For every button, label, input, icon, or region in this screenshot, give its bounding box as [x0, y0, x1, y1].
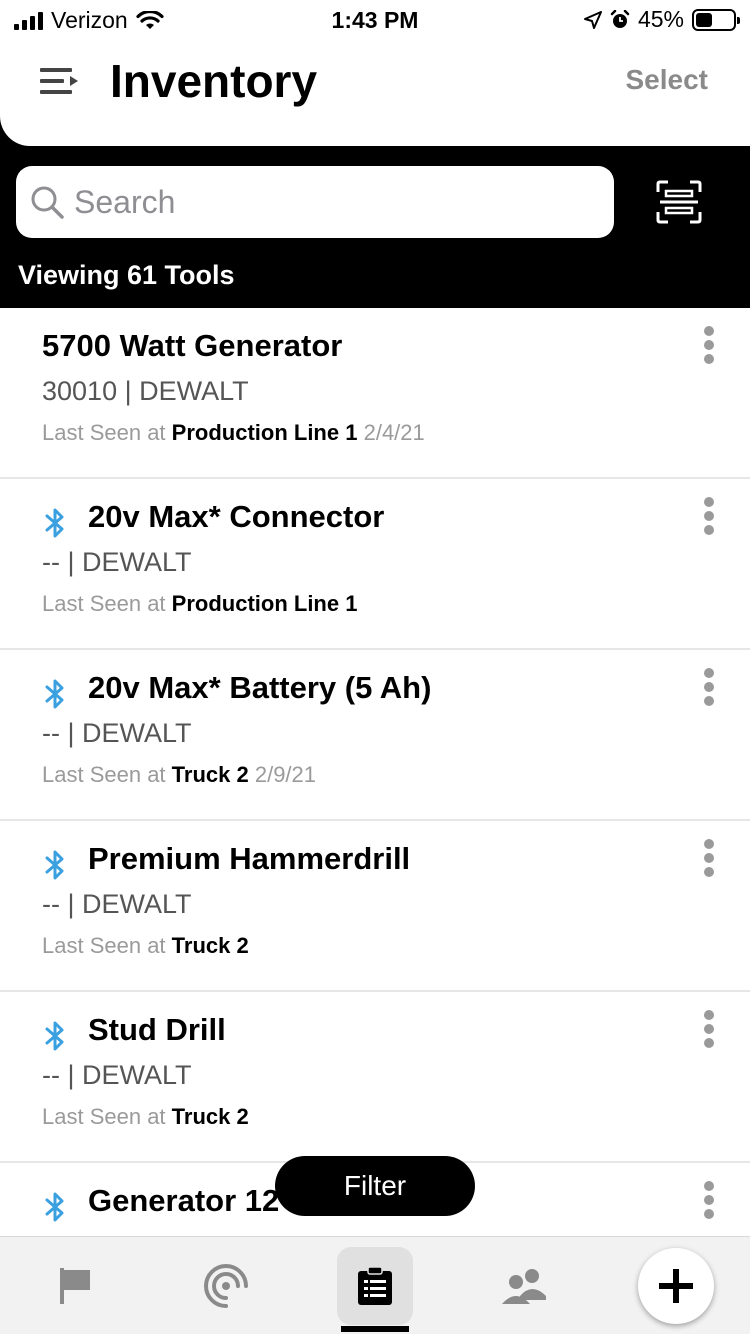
sort-menu-icon[interactable] [40, 66, 80, 96]
add-tool-button[interactable] [638, 1248, 714, 1324]
tool-name: Generator 12 [88, 1183, 280, 1218]
location-arrow-icon [583, 10, 602, 29]
last-seen-prefix: Last Seen at [42, 762, 166, 787]
tab-radar[interactable] [188, 1237, 264, 1334]
last-seen-prefix: Last Seen at [42, 1104, 166, 1129]
more-options-icon[interactable] [702, 497, 716, 537]
tool-name: 20v Max* Battery (5 Ah) [88, 670, 432, 705]
tool-name: 20v Max* Connector [88, 499, 385, 534]
bluetooth-icon [45, 508, 64, 538]
last-seen: Last Seen at Production Line 1 2/4/21 [42, 420, 425, 446]
tool-subtitle: -- | DEWALT [42, 718, 192, 748]
page-title: Inventory [110, 55, 318, 107]
last-seen-prefix: Last Seen at [42, 420, 166, 445]
last-seen-location: Truck 2 [171, 933, 249, 958]
last-seen-location: Truck 2 [171, 1104, 249, 1129]
bluetooth-icon [45, 1192, 64, 1222]
people-icon [502, 1269, 546, 1304]
search-input[interactable] [74, 183, 594, 221]
search-zone: Viewing 61 Tools [0, 146, 750, 308]
search-box[interactable] [16, 166, 614, 238]
tool-name: Stud Drill [88, 1012, 226, 1047]
flag-icon [60, 1268, 90, 1304]
bluetooth-icon [45, 1021, 64, 1051]
list-item[interactable]: Stud Drill -- | DEWALT Last Seen at Truc… [0, 992, 750, 1163]
active-tab-indicator [341, 1326, 409, 1332]
last-seen: Last Seen at Truck 2 [42, 1104, 249, 1130]
tool-name: 5700 Watt Generator [42, 328, 343, 363]
tool-list: 5700 Watt Generator 30010 | DEWALT Last … [0, 308, 750, 1236]
barcode-scan-icon[interactable] [656, 180, 702, 224]
bluetooth-icon [45, 850, 64, 880]
last-seen-location: Production Line 1 [171, 591, 358, 616]
list-item[interactable]: 20v Max* Connector -- | DEWALT Last Seen… [0, 479, 750, 650]
last-seen-date: 2/9/21 [254, 762, 317, 787]
battery-icon [692, 8, 740, 31]
select-button[interactable]: Select [626, 64, 709, 96]
tool-subtitle: -- | DEWALT [42, 547, 192, 577]
tab-flag[interactable] [38, 1237, 114, 1334]
last-seen-prefix: Last Seen at [42, 933, 166, 958]
last-seen: Last Seen at Truck 2 2/9/21 [42, 762, 316, 788]
more-options-icon[interactable] [702, 1181, 716, 1221]
more-options-icon[interactable] [702, 839, 716, 879]
more-options-icon[interactable] [702, 326, 716, 366]
tool-name: Premium Hammerdrill [88, 841, 411, 876]
last-seen: Last Seen at Production Line 1 [42, 591, 357, 617]
tool-subtitle: -- | DEWALT [42, 889, 192, 919]
filter-button[interactable]: Filter [275, 1156, 475, 1216]
radar-icon [204, 1264, 248, 1308]
more-options-icon[interactable] [702, 1010, 716, 1050]
top-header: Verizon 1:43 PM 45% Inventory Select [0, 0, 750, 146]
viewing-count: Viewing 61 Tools [18, 260, 235, 290]
list-item[interactable]: 5700 Watt Generator 30010 | DEWALT Last … [0, 308, 750, 479]
last-seen: Last Seen at Truck 2 [42, 933, 249, 959]
list-item[interactable]: 20v Max* Battery (5 Ah) -- | DEWALT Last… [0, 650, 750, 821]
last-seen-date: 2/4/21 [363, 420, 425, 445]
tool-subtitle: 30010 | DEWALT [42, 376, 249, 406]
more-options-icon[interactable] [702, 668, 716, 708]
list-item[interactable]: Premium Hammerdrill -- | DEWALT Last See… [0, 821, 750, 992]
status-bar: Verizon 1:43 PM 45% [0, 0, 750, 40]
tool-subtitle: -- | DEWALT [42, 1060, 192, 1090]
tab-inventory[interactable] [337, 1247, 413, 1325]
plus-icon [659, 1269, 693, 1303]
last-seen-prefix: Last Seen at [42, 591, 166, 616]
tab-people[interactable] [486, 1237, 562, 1334]
last-seen-location: Production Line 1 [171, 420, 358, 445]
last-seen-location: Truck 2 [171, 762, 249, 787]
battery-percent: 45% [637, 6, 684, 32]
bluetooth-icon [45, 679, 64, 709]
search-icon [31, 186, 64, 219]
clipboard-list-icon [358, 1266, 392, 1305]
alarm-icon [610, 9, 630, 28]
